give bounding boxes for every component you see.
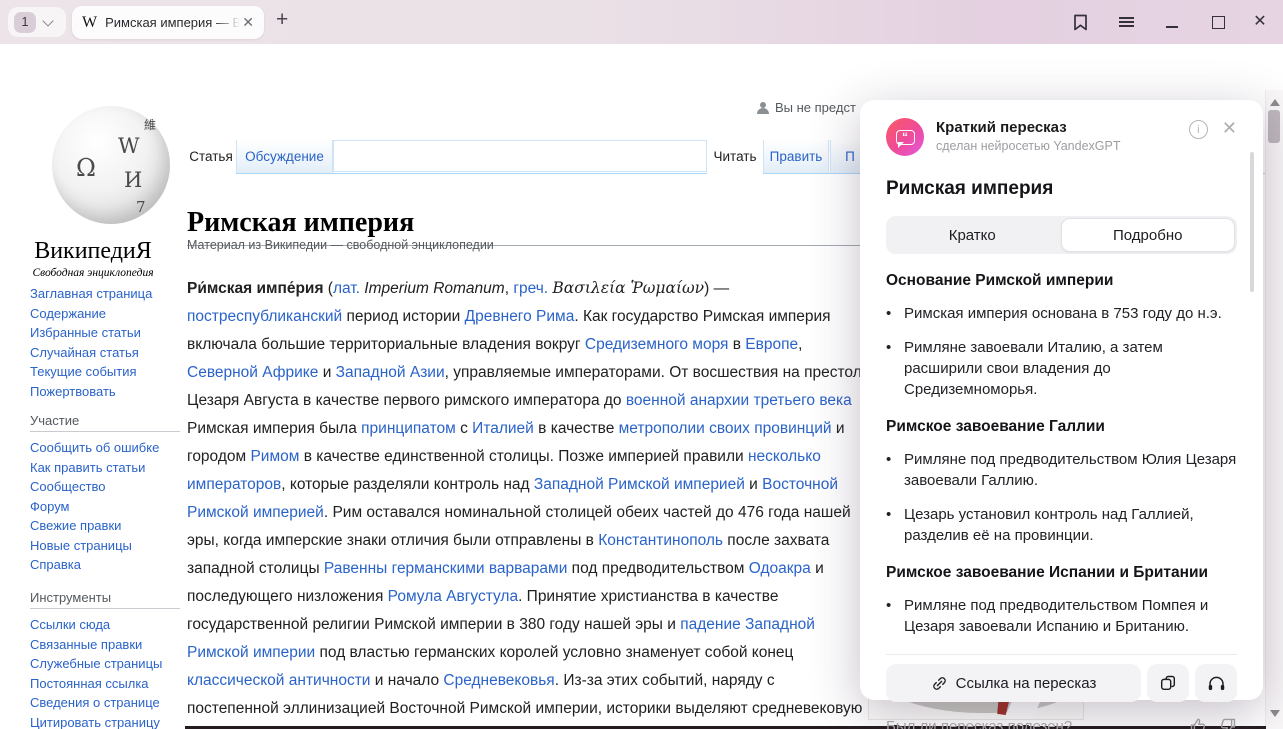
sidebar-item-random[interactable]: Случайная статья xyxy=(30,343,182,363)
tab-discussion[interactable]: Обсуждение xyxy=(236,140,333,173)
active-tab[interactable]: W Римская империя — В ✕ xyxy=(72,6,264,39)
summary-panel-header: “ Краткий пересказ сделан нейросетью Yan… xyxy=(886,118,1237,156)
article-subtitle: Материал из Википедии — свободной энцикл… xyxy=(187,238,494,252)
wikipedia-wordmark[interactable]: ВикипедиЯ xyxy=(0,238,186,265)
tabs-spacer xyxy=(333,140,707,172)
menu-icon[interactable] xyxy=(1114,11,1138,33)
sidebar-header-participation: Участие xyxy=(30,413,180,432)
sidebar-header-tools: Инструменты xyxy=(30,590,180,609)
tab-count-badge[interactable]: 1 xyxy=(14,12,36,33)
sidebar-item-page-info[interactable]: Сведения о странице xyxy=(30,693,182,713)
wikipedia-tagline: Свободная энциклопедия xyxy=(0,267,186,279)
user-status-label: Вы не предст xyxy=(775,100,856,115)
sidebar-item-recent-changes[interactable]: Свежие правки xyxy=(30,516,182,536)
copy-icon xyxy=(1159,674,1177,692)
sidebar-item-current-events[interactable]: Текущие события xyxy=(30,362,182,382)
scroll-thumb[interactable] xyxy=(1268,110,1280,143)
summary-mode-switch: Кратко Подробно xyxy=(886,216,1237,254)
link-icon xyxy=(931,675,948,692)
copy-summary-button[interactable] xyxy=(1147,664,1189,702)
person-icon xyxy=(756,101,770,115)
panel-subtitle: сделан нейросетью YandexGPT xyxy=(936,139,1189,153)
tab-strip: 1 W Римская империя — В ✕ + ✕ xyxy=(0,0,1283,44)
yandexgpt-icon: “ xyxy=(886,118,924,156)
sidebar-participation: Сообщить об ошибке Как править статьи Со… xyxy=(30,438,182,575)
sidebar-item-contents[interactable]: Содержание xyxy=(30,304,182,324)
sidebar-item-permanent-link[interactable]: Постоянная ссылка xyxy=(30,674,182,694)
article-paragraph: Ри́мская импе́рия (лат. Imperium Romanum… xyxy=(187,274,865,729)
page-scrollbar[interactable] xyxy=(1265,90,1283,729)
browser-window: 1 W Римская империя — В ✕ + ✕ Я ru.wikip… xyxy=(0,0,1283,729)
new-tab-button[interactable]: + xyxy=(276,8,288,32)
summary-article-title: Римская империя xyxy=(886,178,1237,200)
tab-article[interactable]: Статья xyxy=(186,140,236,174)
headphones-icon xyxy=(1207,674,1226,692)
summary-bullet: •Римляне под предводительством Юлия Цеза… xyxy=(886,449,1237,491)
sidebar-item-forum[interactable]: Форум xyxy=(30,497,182,517)
sidebar-item-what-links-here[interactable]: Ссылки сюда xyxy=(30,615,182,635)
tab-read[interactable]: Читать xyxy=(707,140,763,174)
section-heading: Римское завоевание Испании и Британии xyxy=(886,564,1237,582)
mode-brief[interactable]: Кратко xyxy=(886,216,1059,254)
panel-divider xyxy=(886,654,1237,655)
tab-edit[interactable]: Править xyxy=(763,140,829,173)
panel-scrollbar-thumb[interactable] xyxy=(1250,152,1254,292)
article-body: Ри́мская импе́рия (лат. Imperium Romanum… xyxy=(187,274,865,729)
sidebar-item-help[interactable]: Справка xyxy=(30,555,182,575)
summary-link-button[interactable]: Ссылка на пересказ xyxy=(886,664,1141,702)
summary-section: Римское завоевание Галлии •Римляне под п… xyxy=(886,418,1237,546)
thumbs-up-icon[interactable] xyxy=(1189,717,1207,729)
sidebar-nav: Заглавная страница Содержание Избранные … xyxy=(30,284,182,401)
summary-section: Основание Римской империи •Римская импер… xyxy=(886,272,1237,400)
sidebar-item-featured[interactable]: Избранные статьи xyxy=(30,323,182,343)
sidebar-item-community[interactable]: Сообщество xyxy=(30,477,182,497)
browser-toolbar: Я ru.wikipedia.org Римская империя — Вик… xyxy=(0,44,1283,90)
minimize-button[interactable] xyxy=(1160,11,1184,33)
summary-bullet: •Римляне под предводительством Помпея и … xyxy=(886,595,1237,637)
section-heading: Римское завоевание Галлии xyxy=(886,418,1237,436)
tab-title: Римская империя — В xyxy=(105,15,240,30)
summary-bullet: •Римляне завоевали Италию, а затем расши… xyxy=(886,337,1237,400)
user-status[interactable]: Вы не предст xyxy=(756,100,856,115)
panel-close-icon[interactable]: ✕ xyxy=(1222,119,1237,137)
sidebar-item-how-to-edit[interactable]: Как править статьи xyxy=(30,458,182,478)
summary-panel: “ Краткий пересказ сделан нейросетью Yan… xyxy=(860,100,1263,700)
maximize-button[interactable] xyxy=(1206,11,1230,33)
summary-section: Римское завоевание Испании и Британии •Р… xyxy=(886,564,1237,637)
summary-footer: Ссылка на пересказ xyxy=(886,664,1237,702)
tab-close-icon[interactable]: ✕ xyxy=(242,14,254,31)
summary-link-label: Ссылка на пересказ xyxy=(956,675,1097,692)
chevron-down-icon xyxy=(42,15,53,26)
sidebar-tools: Ссылки сюда Связанные правки Служебные с… xyxy=(30,615,182,729)
panel-title: Краткий пересказ xyxy=(936,118,1189,136)
sidebar-item-new-pages[interactable]: Новые страницы xyxy=(30,536,182,556)
summary-bullet: •Римская империя основана в 753 году до … xyxy=(886,303,1237,324)
sidebar-item-cite-page[interactable]: Цитировать страницу xyxy=(30,713,182,729)
wikipedia-globe-logo[interactable]: Ω W И 7 維 xyxy=(52,106,170,224)
tab-group-selector[interactable]: 1 xyxy=(8,7,66,37)
sidebar-item-donate[interactable]: Пожертвовать xyxy=(30,382,182,402)
sidebar-item-related-changes[interactable]: Связанные правки xyxy=(30,635,182,655)
sidebar-item-main-page[interactable]: Заглавная страница xyxy=(30,284,182,304)
scroll-up-arrow[interactable] xyxy=(1270,99,1280,106)
feedback-question: Был ли пересказ полезен? xyxy=(886,718,1189,729)
section-heading: Основание Римской империи xyxy=(886,272,1237,290)
thumbs-down-icon[interactable] xyxy=(1219,717,1237,729)
side-panel-icon[interactable] xyxy=(1068,11,1092,33)
sidebar-item-special-pages[interactable]: Служебные страницы xyxy=(30,654,182,674)
sidebar-item-report-error[interactable]: Сообщить об ошибке xyxy=(30,438,182,458)
listen-summary-button[interactable] xyxy=(1195,664,1237,702)
summary-bullet: •Цезарь установил контроль над Галлией, … xyxy=(886,504,1237,546)
scroll-down-arrow[interactable] xyxy=(1270,710,1280,717)
info-icon[interactable]: i xyxy=(1189,120,1208,139)
close-window-button[interactable]: ✕ xyxy=(1248,11,1272,33)
feedback-row: Был ли пересказ полезен? xyxy=(886,717,1237,729)
mode-detailed[interactable]: Подробно xyxy=(1061,218,1236,252)
wikipedia-favicon: W xyxy=(82,14,97,32)
summary-body: Основание Римской империи •Римская импер… xyxy=(886,272,1237,637)
